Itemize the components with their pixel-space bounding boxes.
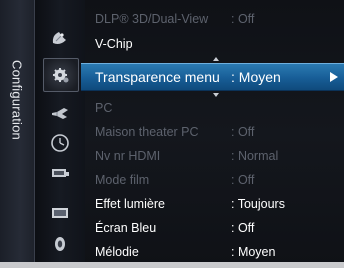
- menu-item-value: : Off: [231, 12, 255, 26]
- menu-item-label: Maison theater PC: [95, 125, 199, 139]
- submenu-arrow-icon: [330, 72, 338, 82]
- menu-item-label: Transparence menu: [95, 69, 220, 85]
- menu-item-label: Mode film: [95, 173, 150, 187]
- sound-icon[interactable]: [50, 234, 70, 254]
- menu-item-value: : Off: [231, 221, 255, 235]
- menu-item-value: : Moyen: [231, 69, 281, 85]
- menu-item-transparence-menu[interactable]: Transparence menu : Moyen: [81, 63, 344, 91]
- input-source-icon[interactable]: [50, 163, 70, 183]
- menu-item-label: PC: [95, 101, 113, 115]
- menu-item-label: Nv nr HDMI: [95, 149, 161, 163]
- picture-icon[interactable]: [50, 203, 70, 223]
- menu-item-label: Mélodie: [95, 245, 139, 259]
- menu-item-value: : Off: [231, 173, 255, 187]
- menu-item-dlp-3d-dual-view: DLP® 3D/Dual-View : Off: [85, 8, 344, 30]
- menu-item-label: DLP® 3D/Dual-View: [95, 12, 209, 26]
- speaker-icon[interactable]: [50, 104, 70, 124]
- settings-menu-panel: DLP® 3D/Dual-View : Off V-Chip Transpare…: [81, 0, 344, 268]
- tv-osd-menu: Configuration DLP® 3D/Dual-View: Off V-…: [0, 0, 344, 268]
- satellite-dish-icon[interactable]: [50, 28, 70, 48]
- menu-item-value: : Moyen: [231, 245, 276, 259]
- menu-icon-column: [35, 0, 85, 268]
- category-label: Configuration: [9, 60, 25, 140]
- menu-item-maison-theater-pc: Maison theater PC : Off: [85, 121, 344, 143]
- menu-item-value: : Normal: [231, 149, 279, 163]
- menu-item-label: V-Chip: [95, 37, 133, 51]
- menu-item-pc: PC: [85, 97, 344, 119]
- clock-icon[interactable]: [50, 133, 70, 153]
- menu-item-value: : Toujours: [231, 197, 285, 211]
- menu-item-melodie[interactable]: Mélodie : Moyen: [85, 241, 344, 263]
- menu-item-effet-lumiere[interactable]: Effet lumière : Toujours: [85, 193, 344, 215]
- bottom-border: [0, 262, 344, 268]
- category-tab: Configuration: [0, 0, 35, 268]
- menu-item-nv-nr-hdmi: Nv nr HDMI : Normal: [85, 145, 344, 167]
- menu-item-label: Effet lumière: [95, 197, 165, 211]
- menu-item-value: : Off: [231, 125, 255, 139]
- scroll-up-indicator: [213, 57, 219, 61]
- menu-item-ecran-bleu[interactable]: Écran Bleu : Off: [85, 217, 344, 239]
- setup-gear-icon[interactable]: [43, 58, 79, 92]
- menu-item-v-chip[interactable]: V-Chip: [85, 33, 344, 55]
- menu-item-mode-film: Mode film : Off: [85, 169, 344, 191]
- menu-item-label: Écran Bleu: [95, 221, 157, 235]
